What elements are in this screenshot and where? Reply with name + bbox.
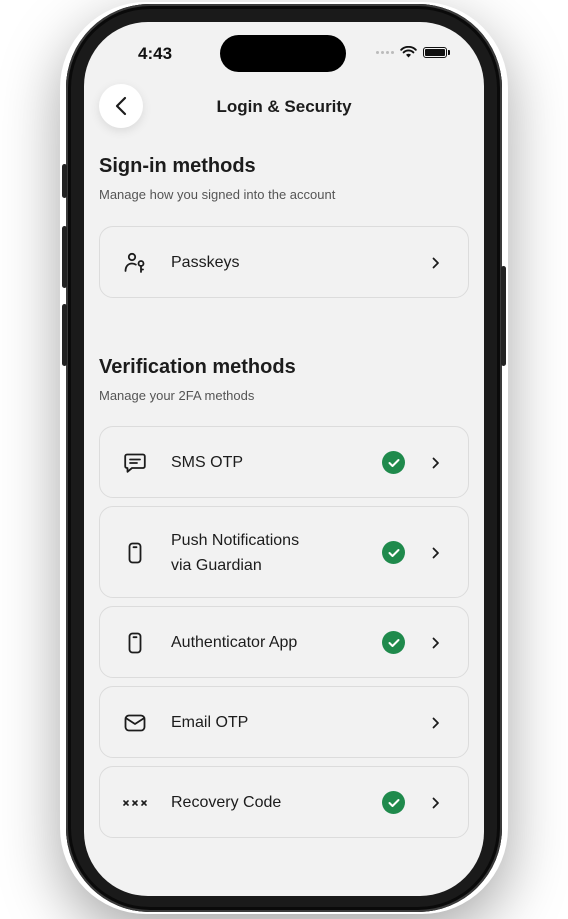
status-time: 4:43 bbox=[138, 44, 173, 63]
asterisks-icon bbox=[122, 790, 148, 816]
chevron-right-icon bbox=[430, 716, 442, 730]
status-icons bbox=[376, 46, 450, 58]
check-icon bbox=[382, 451, 405, 474]
method-item-authenticator-app[interactable]: Authenticator App bbox=[99, 606, 469, 678]
method-item-passkeys[interactable]: Passkeys bbox=[99, 226, 469, 298]
volume-down-button bbox=[62, 304, 67, 366]
section-subtitle-verification: Manage your 2FA methods bbox=[99, 388, 255, 403]
signal-icon bbox=[376, 50, 394, 54]
method-label: Recovery Code bbox=[171, 794, 282, 811]
method-item-recovery-code[interactable]: Recovery Code bbox=[99, 766, 469, 838]
method-item-sms-otp[interactable]: SMS OTP bbox=[99, 426, 469, 498]
passkey-icon bbox=[122, 250, 148, 276]
mail-icon bbox=[122, 710, 148, 736]
method-label: Authenticator App bbox=[171, 634, 298, 651]
chevron-right-icon bbox=[430, 796, 442, 810]
check-icon bbox=[382, 541, 405, 564]
check-icon bbox=[382, 791, 405, 814]
wifi-icon bbox=[400, 46, 417, 58]
method-label: SMS OTP bbox=[171, 454, 244, 471]
power-button bbox=[501, 266, 506, 366]
volume-up-button bbox=[62, 226, 67, 288]
check-icon bbox=[382, 631, 405, 654]
phone-icon bbox=[122, 630, 148, 656]
screen: 4:43 Login & Security Sign-in methods Ma… bbox=[84, 22, 484, 896]
method-label: Push Notifications via Guardian bbox=[171, 528, 299, 578]
stage: 4:43 Login & Security Sign-in methods Ma… bbox=[0, 0, 568, 919]
section-title-verification: Verification methods bbox=[99, 356, 296, 378]
chevron-right-icon bbox=[430, 256, 442, 270]
page-title: Login & Security bbox=[216, 97, 352, 116]
dynamic-island bbox=[220, 35, 346, 72]
method-label-line2: via Guardian bbox=[171, 557, 262, 574]
section-subtitle-sign-in: Manage how you signed into the account bbox=[99, 187, 336, 202]
message-icon bbox=[122, 450, 148, 476]
battery-tip bbox=[448, 49, 450, 55]
mute-switch bbox=[62, 164, 67, 198]
method-item-push-notifications[interactable]: Push Notifications via Guardian bbox=[99, 506, 469, 598]
chevron-right-icon bbox=[430, 546, 442, 560]
section-title-sign-in: Sign-in methods bbox=[99, 155, 256, 177]
method-item-email-otp[interactable]: Email OTP bbox=[99, 686, 469, 758]
battery-icon bbox=[423, 46, 447, 58]
method-label: Email OTP bbox=[171, 714, 249, 731]
method-label-line1: Push Notifications bbox=[171, 532, 300, 549]
phone-icon bbox=[122, 540, 148, 566]
method-label: Passkeys bbox=[171, 254, 240, 271]
chevron-right-icon bbox=[430, 636, 442, 650]
chevron-right-icon bbox=[430, 456, 442, 470]
